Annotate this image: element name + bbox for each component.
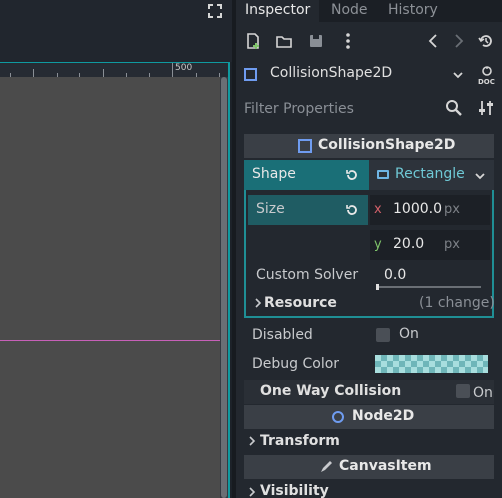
collision-shape-icon xyxy=(298,139,312,153)
collision-shape-icon xyxy=(244,68,257,81)
one-way-collision-label: One Way Collision xyxy=(260,383,402,399)
debug-color-picker[interactable] xyxy=(375,355,488,373)
dock-tabs: Inspector Node History xyxy=(236,0,502,22)
reset-icon[interactable] xyxy=(344,202,360,218)
search-icon xyxy=(444,98,464,118)
inspector-toolbar xyxy=(236,28,502,56)
x-axis-label: x xyxy=(374,202,382,217)
horizontal-ruler xyxy=(0,62,228,77)
inspector-panel: Inspector Node History CollisionShape2D … xyxy=(236,0,502,498)
canvasitem-icon xyxy=(318,459,334,475)
rectangle-shape-icon xyxy=(377,170,389,179)
resource-group-label[interactable]: Resource xyxy=(264,295,337,311)
filter-properties-input[interactable] xyxy=(244,97,464,121)
custom-solver-value[interactable]: 0.0 xyxy=(384,267,406,283)
reset-icon[interactable] xyxy=(344,167,360,183)
chevron-down-icon xyxy=(452,69,464,81)
viewport-toolbar xyxy=(0,0,232,62)
disabled-checkbox[interactable] xyxy=(376,328,390,342)
disabled-value: On xyxy=(399,326,419,342)
section-title: CollisionShape2D xyxy=(318,137,456,153)
chevron-down-icon xyxy=(474,170,486,182)
viewport-scrollbar[interactable] xyxy=(220,77,228,498)
section-title: Node2D xyxy=(352,408,415,424)
size-y-field[interactable]: y 20.0 px xyxy=(370,230,490,260)
svg-text:DOC: DOC xyxy=(478,78,495,86)
size-x-unit: px xyxy=(444,202,460,217)
scrollbar-thumb[interactable] xyxy=(221,77,227,498)
custom-solver-slider[interactable] xyxy=(376,286,481,288)
property-filter-icon[interactable] xyxy=(476,98,496,118)
history-back-icon[interactable] xyxy=(424,31,444,51)
section-title: CanvasItem xyxy=(339,458,432,474)
new-resource-icon[interactable] xyxy=(243,31,263,51)
size-x-field[interactable]: x 1000.0 px xyxy=(370,195,490,225)
slider-thumb[interactable] xyxy=(376,284,379,290)
disabled-label: Disabled xyxy=(252,327,313,343)
size-x-value: 1000.0 xyxy=(393,201,442,217)
more-options-icon[interactable] xyxy=(338,31,358,51)
size-label: Size xyxy=(256,201,285,217)
ruler-label: 500 xyxy=(175,63,193,73)
collision-shape-line[interactable] xyxy=(0,340,228,341)
node-name: CollisionShape2D xyxy=(270,65,393,81)
save-icon[interactable] xyxy=(306,31,326,51)
doc-icon[interactable]: DOC xyxy=(476,64,498,86)
custom-solver-label: Custom Solver xyxy=(256,267,359,283)
chevron-right-icon[interactable] xyxy=(248,435,256,447)
debug-color-label: Debug Color xyxy=(252,356,340,372)
visibility-group-label[interactable]: Visibility xyxy=(260,483,329,498)
transform-group-label[interactable]: Transform xyxy=(260,433,340,449)
y-axis-label: y xyxy=(374,237,382,252)
viewport-canvas[interactable] xyxy=(0,77,220,498)
chevron-right-icon[interactable] xyxy=(254,297,262,309)
open-folder-icon[interactable] xyxy=(274,31,294,51)
node-selector[interactable]: CollisionShape2D xyxy=(240,62,470,88)
node2d-icon xyxy=(332,411,344,423)
one-way-collision-value: On xyxy=(473,385,493,401)
size-y-unit: px xyxy=(444,237,460,252)
collisionshape2d-section-header[interactable]: CollisionShape2D xyxy=(244,134,494,158)
viewport-border xyxy=(228,62,230,498)
expand-icon[interactable] xyxy=(205,1,225,21)
shape-dropdown[interactable]: Rectangle xyxy=(369,160,494,190)
one-way-collision-checkbox[interactable] xyxy=(456,384,470,398)
filter-row xyxy=(236,95,502,123)
chevron-right-icon[interactable] xyxy=(248,486,256,498)
tab-node[interactable]: Node xyxy=(331,0,368,22)
history-forward-icon[interactable] xyxy=(448,31,468,51)
shape-property-row: Shape Rectangle xyxy=(244,160,494,190)
selected-node-row: CollisionShape2D DOC xyxy=(236,62,502,88)
size-y-value: 20.0 xyxy=(393,236,425,252)
tab-history[interactable]: History xyxy=(388,0,438,22)
editor-window: 500 Inspector Node History CollisionShap… xyxy=(0,0,502,498)
tab-inspector[interactable]: Inspector xyxy=(236,0,320,22)
resource-changes: (1 change) xyxy=(419,295,495,311)
node2d-section-header[interactable]: Node2D xyxy=(244,405,494,429)
canvasitem-section-header[interactable]: CanvasItem xyxy=(244,455,494,479)
object-history-icon[interactable] xyxy=(476,31,496,51)
shape-value: Rectangle xyxy=(395,166,465,182)
shape-label: Shape xyxy=(252,166,296,182)
